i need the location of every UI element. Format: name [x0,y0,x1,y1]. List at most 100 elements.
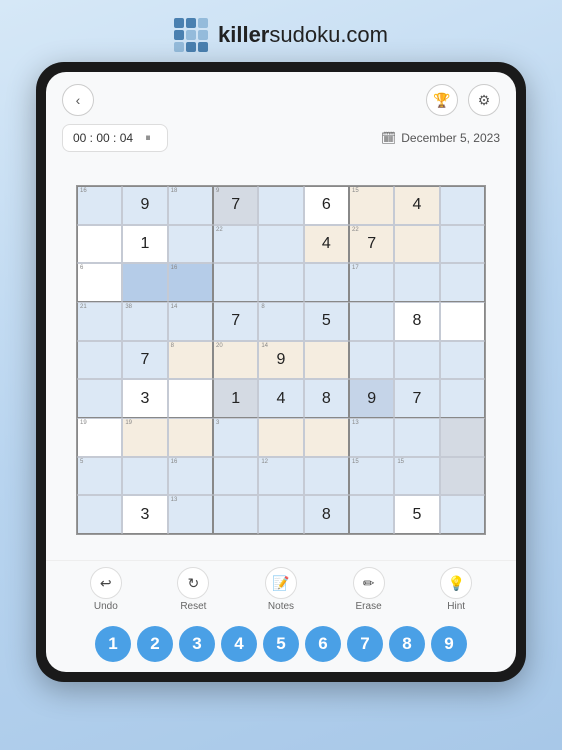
cell-3-6[interactable] [349,302,394,341]
cell-4-1[interactable]: 7 [122,341,167,380]
reset-button[interactable]: ↻ Reset [177,567,209,612]
cell-7-7[interactable]: 15 [394,457,439,496]
cell-2-7[interactable] [394,263,439,302]
cell-0-8[interactable] [440,186,485,225]
cell-8-8[interactable] [440,495,485,534]
cell-1-0[interactable] [77,225,122,264]
number-3-button[interactable]: 3 [179,626,215,662]
cell-3-2[interactable]: 14 [168,302,213,341]
cell-0-5[interactable]: 6 [304,186,349,225]
cell-6-4[interactable] [258,418,303,457]
number-5-button[interactable]: 5 [263,626,299,662]
cell-5-0[interactable] [77,379,122,418]
cell-7-6[interactable]: 15 [349,457,394,496]
cell-7-4[interactable]: 12 [258,457,303,496]
cell-6-5[interactable] [304,418,349,457]
cell-3-0[interactable]: 21 [77,302,122,341]
cell-8-0[interactable] [77,495,122,534]
cell-6-0[interactable]: 19 [77,418,122,457]
cell-1-6[interactable]: 227 [349,225,394,264]
cell-1-1[interactable]: 1 [122,225,167,264]
cell-4-7[interactable] [394,341,439,380]
number-4-button[interactable]: 4 [221,626,257,662]
cell-6-3[interactable]: 3 [213,418,258,457]
trophy-button[interactable]: 🏆 [426,84,458,116]
cell-4-6[interactable] [349,341,394,380]
cell-7-2[interactable]: 16 [168,457,213,496]
cell-1-8[interactable] [440,225,485,264]
cell-1-7[interactable] [394,225,439,264]
erase-button[interactable]: ✏ Erase [353,567,385,612]
cell-1-3[interactable]: 22 [213,225,258,264]
cell-7-1[interactable] [122,457,167,496]
cell-8-2[interactable]: 13 [168,495,213,534]
cell-5-4[interactable]: 4 [258,379,303,418]
number-8-button[interactable]: 8 [389,626,425,662]
cell-7-5[interactable] [304,457,349,496]
number-9-button[interactable]: 9 [431,626,467,662]
cell-5-7[interactable]: 7 [394,379,439,418]
settings-button[interactable]: ⚙ [468,84,500,116]
cell-5-3[interactable]: 1 [213,379,258,418]
cell-8-4[interactable] [258,495,303,534]
cell-4-2[interactable]: 8 [168,341,213,380]
cell-1-4[interactable] [258,225,303,264]
cell-5-6[interactable]: 9 [349,379,394,418]
undo-button[interactable]: ↩ Undo [90,567,122,612]
cell-8-1[interactable]: 3 [122,495,167,534]
cell-1-2[interactable] [168,225,213,264]
back-button[interactable]: ‹ [62,84,94,116]
sudoku-grid[interactable]: 1691897615412242276161721381478587820149… [76,185,486,535]
cell-2-0[interactable]: 6 [77,263,122,302]
cell-5-2[interactable] [168,379,213,418]
cell-2-1[interactable] [122,263,167,302]
hint-button[interactable]: 💡 Hint [440,567,472,612]
cell-0-1[interactable]: 9 [122,186,167,225]
cell-6-2[interactable] [168,418,213,457]
cell-4-0[interactable] [77,341,122,380]
cell-8-6[interactable] [349,495,394,534]
cell-8-3[interactable] [213,495,258,534]
number-1-button[interactable]: 1 [95,626,131,662]
cell-2-8[interactable] [440,263,485,302]
cell-3-1[interactable]: 38 [122,302,167,341]
cell-4-8[interactable] [440,341,485,380]
cell-6-6[interactable]: 13 [349,418,394,457]
cell-2-2[interactable]: 16 [168,263,213,302]
cell-2-5[interactable] [304,263,349,302]
cell-2-4[interactable] [258,263,303,302]
cell-7-0[interactable]: 5 [77,457,122,496]
cell-8-5[interactable]: 8 [304,495,349,534]
cell-7-3[interactable] [213,457,258,496]
cell-7-8[interactable] [440,457,485,496]
cell-4-5[interactable] [304,341,349,380]
cell-5-1[interactable]: 3 [122,379,167,418]
cell-0-4[interactable] [258,186,303,225]
cell-3-5[interactable]: 5 [304,302,349,341]
cell-6-7[interactable] [394,418,439,457]
cell-8-7[interactable]: 5 [394,495,439,534]
cell-3-7[interactable]: 8 [394,302,439,341]
cell-2-3[interactable] [213,263,258,302]
cell-0-7[interactable]: 4 [394,186,439,225]
pause-button[interactable]: ⏸ [139,129,157,147]
cell-6-1[interactable]: 19 [122,418,167,457]
number-7-button[interactable]: 7 [347,626,383,662]
cell-0-2[interactable]: 18 [168,186,213,225]
cell-1-5[interactable]: 4 [304,225,349,264]
notes-button[interactable]: 📝 Notes [265,567,297,612]
cell-0-0[interactable]: 16 [77,186,122,225]
cell-6-8[interactable] [440,418,485,457]
cell-2-6[interactable]: 17 [349,263,394,302]
cell-3-4[interactable]: 8 [258,302,303,341]
number-2-button[interactable]: 2 [137,626,173,662]
cell-5-8[interactable] [440,379,485,418]
cell-0-3[interactable]: 97 [213,186,258,225]
number-6-button[interactable]: 6 [305,626,341,662]
cell-3-8[interactable] [440,302,485,341]
cell-5-5[interactable]: 8 [304,379,349,418]
cell-3-3[interactable]: 7 [213,302,258,341]
cell-4-4[interactable]: 149 [258,341,303,380]
cell-0-6[interactable]: 15 [349,186,394,225]
cell-4-3[interactable]: 20 [213,341,258,380]
